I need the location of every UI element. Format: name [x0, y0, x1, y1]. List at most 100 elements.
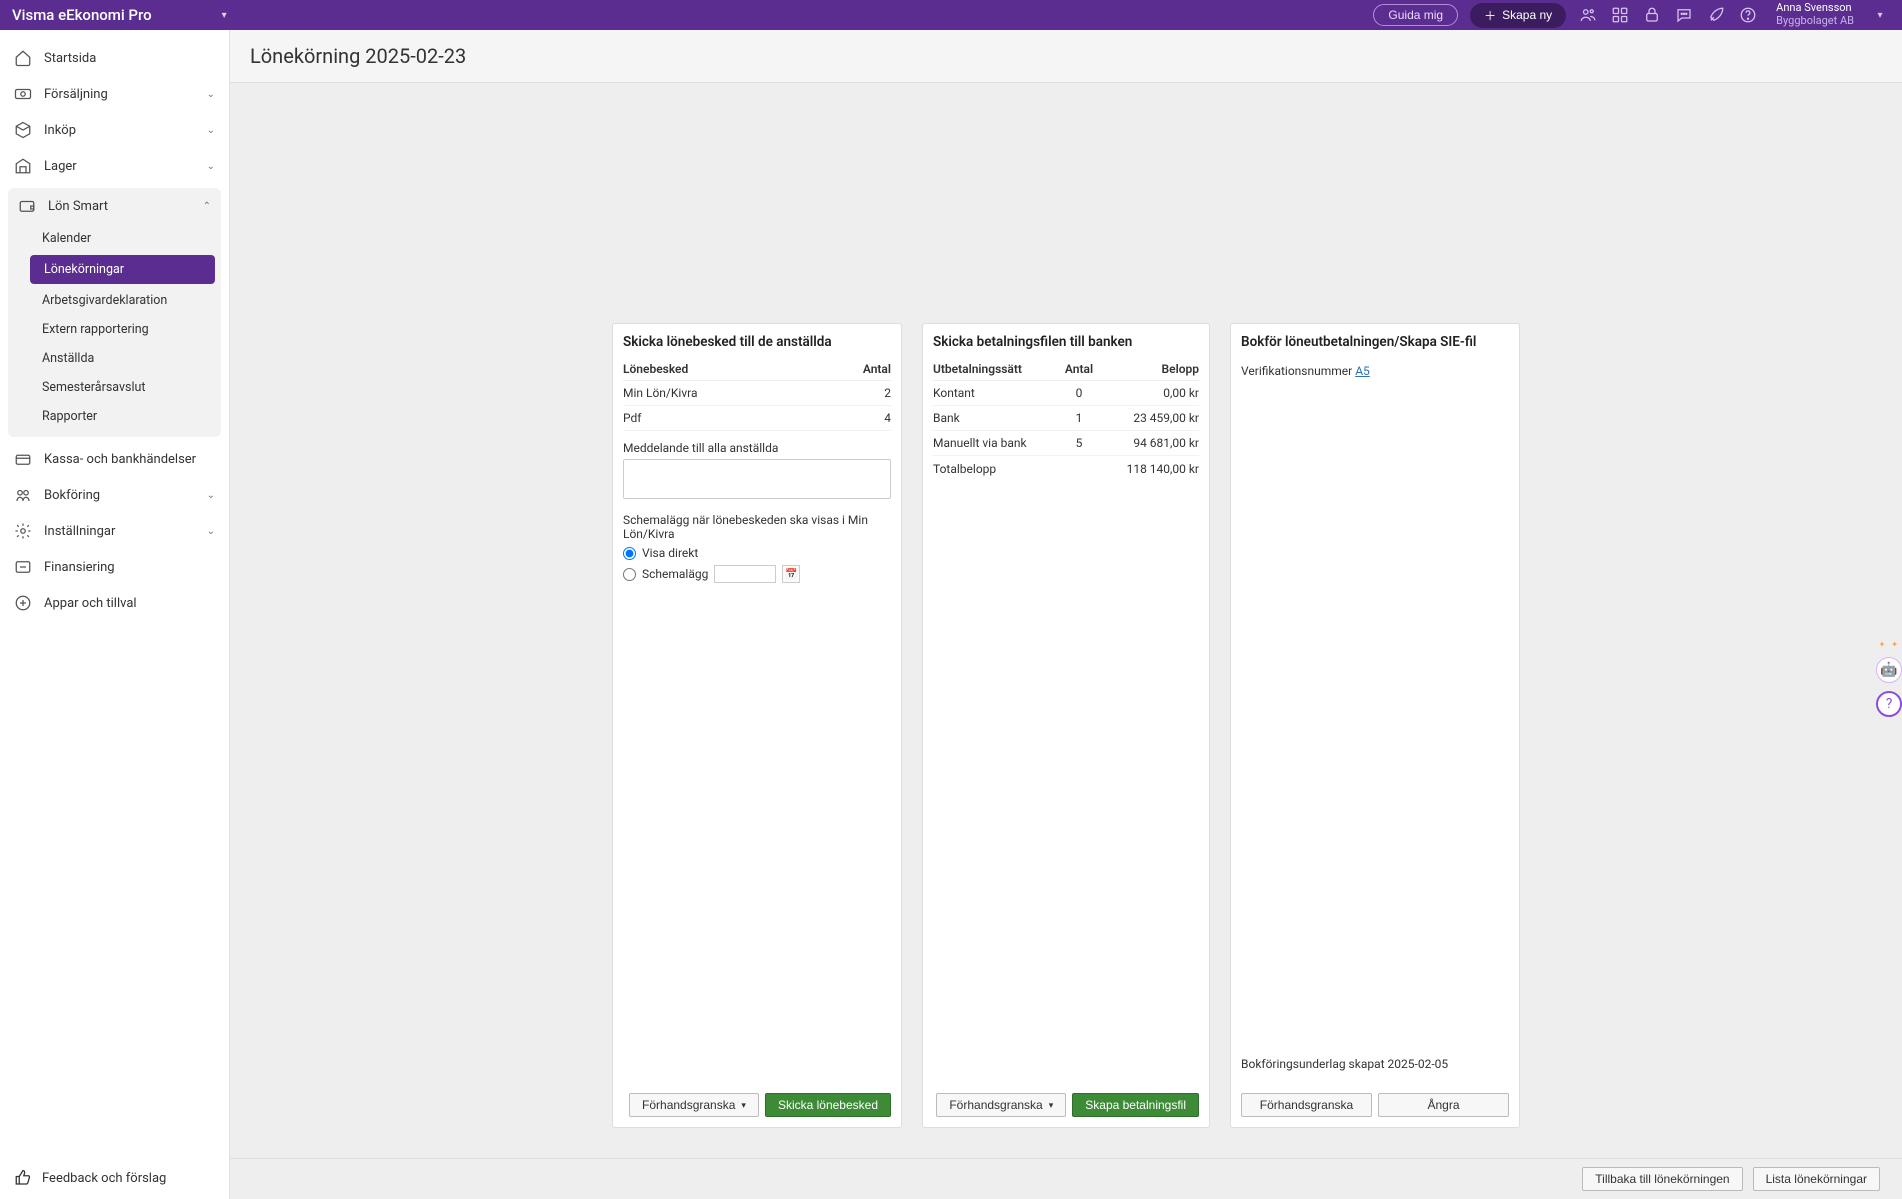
create-new-label: Skapa ny — [1502, 8, 1552, 22]
apps-icon[interactable] — [1610, 5, 1630, 25]
sidebar-sub-kalender[interactable]: Kalender — [8, 224, 221, 253]
nav-label: Bokföring — [44, 488, 100, 503]
cell: Pdf — [623, 411, 831, 425]
create-new-button[interactable]: ＋ Skapa ny — [1470, 3, 1566, 28]
sales-icon — [14, 85, 32, 103]
sidebar-item-inkop[interactable]: Inköp ⌄ — [0, 112, 229, 148]
help-bubble-icon[interactable]: ? — [1876, 691, 1902, 717]
assistant-bot-icon[interactable]: 🤖 — [1876, 657, 1902, 683]
wallet-icon — [18, 197, 36, 215]
preview-button[interactable]: Förhandsgranska ▾ — [629, 1093, 759, 1117]
cell: 94 681,00 kr — [1109, 436, 1199, 450]
card-bookkeep: Bokför löneutbetalningen/Skapa SIE-fil V… — [1230, 323, 1520, 1128]
plus-icon: ＋ — [1484, 7, 1496, 24]
chevron-up-icon: ⌃ — [203, 201, 211, 212]
sidebar-item-startsida[interactable]: Startsida — [0, 40, 229, 76]
col-belopp: Belopp — [1109, 362, 1199, 376]
message-input[interactable] — [623, 459, 891, 499]
chat-icon[interactable] — [1674, 5, 1694, 25]
sidebar-sub-semester[interactable]: Semesterårsavslut — [8, 373, 221, 402]
gear-icon — [14, 522, 32, 540]
footer-bar: Tillbaka till lönekörningen Lista lönekö… — [230, 1158, 1902, 1199]
create-payment-file-button[interactable]: Skapa betalningsfil — [1072, 1093, 1199, 1117]
radio-schemalagg[interactable]: Schemalägg 📅 — [623, 565, 891, 583]
guide-button[interactable]: Guida mig — [1373, 4, 1458, 26]
app-switcher[interactable]: Visma eEkonomi Pro ▾ — [12, 6, 227, 24]
purchase-icon — [14, 121, 32, 139]
chevron-down-icon: ⌄ — [207, 526, 215, 537]
cell: Manuellt via bank — [933, 436, 1049, 450]
sidebar-item-bokforing[interactable]: Bokföring ⌄ — [0, 477, 229, 513]
sidebar-sub-anstallda[interactable]: Anställda — [8, 344, 221, 373]
cell: 1 — [1049, 411, 1109, 425]
sidebar-item-lager[interactable]: Lager ⌄ — [0, 148, 229, 184]
card-title: Bokför löneutbetalningen/Skapa SIE-fil — [1241, 334, 1509, 350]
bank-icon — [14, 450, 32, 468]
sidebar-sub-rapporter[interactable]: Rapporter — [8, 402, 221, 431]
ledger-icon — [14, 486, 32, 504]
sidebar-item-installningar[interactable]: Inställningar ⌄ — [0, 513, 229, 549]
lock-icon[interactable] — [1642, 5, 1662, 25]
send-payslips-button[interactable]: Skicka lönebesked — [765, 1093, 891, 1117]
total-row: Totalbelopp 118 140,00 kr — [933, 456, 1199, 476]
card-payment-file: Skicka betalningsfilen till banken Utbet… — [922, 323, 1210, 1128]
preview-button[interactable]: Förhandsgranska ▾ — [936, 1093, 1066, 1117]
col-antal: Antal — [1049, 362, 1109, 376]
thumbs-up-icon — [14, 1169, 32, 1187]
feedback-link[interactable]: Feedback och förslag — [0, 1157, 229, 1199]
radio-label: Schemalägg — [642, 567, 708, 581]
cell: 4 — [831, 411, 891, 425]
table-row: Min Lön/Kivra 2 — [623, 381, 891, 406]
radio-input[interactable] — [623, 547, 636, 560]
community-icon[interactable] — [1578, 5, 1598, 25]
nav-label: Försäljning — [44, 87, 108, 102]
sidebar-item-finansiering[interactable]: Finansiering — [0, 549, 229, 585]
sidebar-item-lon-smart[interactable]: Lön Smart ⌃ — [8, 188, 221, 224]
app-title: Visma eEkonomi Pro — [12, 6, 152, 24]
cell: 2 — [831, 386, 891, 400]
sidebar-item-appar[interactable]: Appar och tillval — [0, 585, 229, 621]
sidebar-sub-lonekorningar[interactable]: Lönekörningar — [30, 255, 215, 284]
sidebar-item-forsaljning[interactable]: Försäljning ⌄ — [0, 76, 229, 112]
table-row: Bank 1 23 459,00 kr — [933, 406, 1199, 431]
cell: 23 459,00 kr — [1109, 411, 1199, 425]
schedule-date-input[interactable] — [714, 565, 776, 583]
nav-label: Appar och tillval — [44, 596, 137, 611]
calendar-icon[interactable]: 📅 — [782, 565, 800, 583]
page-title: Lönekörning 2025-02-23 — [230, 30, 1902, 83]
col-antal: Antal — [831, 362, 891, 376]
message-label: Meddelande till alla anställda — [623, 441, 891, 455]
sidebar: Startsida Försäljning ⌄ Inköp ⌄ Lager ⌄ — [0, 30, 230, 1199]
nav-label: Lager — [44, 159, 77, 174]
main: Lönekörning 2025-02-23 Skicka lönebesked… — [230, 30, 1902, 1199]
sidebar-sub-arbetsgivardeklaration[interactable]: Arbetsgivardeklaration — [8, 286, 221, 315]
undo-button[interactable]: Ångra — [1378, 1093, 1509, 1117]
floating-helpers: ✦ ✦ 🤖 ? — [1876, 640, 1902, 717]
table-row: Kontant 0 0,00 kr — [933, 381, 1199, 406]
sidebar-sub-extern-rapportering[interactable]: Extern rapportering — [8, 315, 221, 344]
chevron-down-icon: ⌄ — [207, 161, 215, 172]
sidebar-item-kassa[interactable]: Kassa- och bankhändelser — [0, 441, 229, 477]
nav-label: Inköp — [44, 123, 76, 138]
chevron-down-icon: ⌄ — [207, 125, 215, 136]
schedule-label: Schemalägg när lönebeskeden ska visas i … — [623, 513, 891, 541]
radio-input[interactable] — [623, 568, 636, 581]
card-title: Skicka betalningsfilen till banken — [933, 334, 1199, 350]
back-button[interactable]: Tillbaka till lönekörningen — [1582, 1167, 1742, 1191]
sparkle-icon: ✦ ✦ — [1879, 640, 1902, 649]
preview-button[interactable]: Förhandsgranska — [1241, 1093, 1372, 1117]
home-icon — [14, 49, 32, 67]
chevron-down-icon[interactable]: ▾ — [1870, 5, 1890, 25]
card-title: Skicka lönebesked till de anställda — [623, 334, 891, 350]
nav-label: Lön Smart — [48, 199, 108, 214]
help-icon[interactable] — [1738, 5, 1758, 25]
verification-link[interactable]: A5 — [1355, 364, 1370, 378]
radio-visa-direkt[interactable]: Visa direkt — [623, 546, 891, 560]
button-label: Förhandsgranska — [642, 1098, 735, 1112]
nav-label: Startsida — [44, 51, 96, 66]
list-runs-button[interactable]: Lista lönekörningar — [1753, 1167, 1880, 1191]
finance-icon — [14, 558, 32, 576]
rocket-icon[interactable] — [1706, 5, 1726, 25]
col-lonebesked: Lönebesked — [623, 362, 831, 376]
user-menu[interactable]: Anna Svensson Byggbolaget AB — [1776, 2, 1854, 27]
